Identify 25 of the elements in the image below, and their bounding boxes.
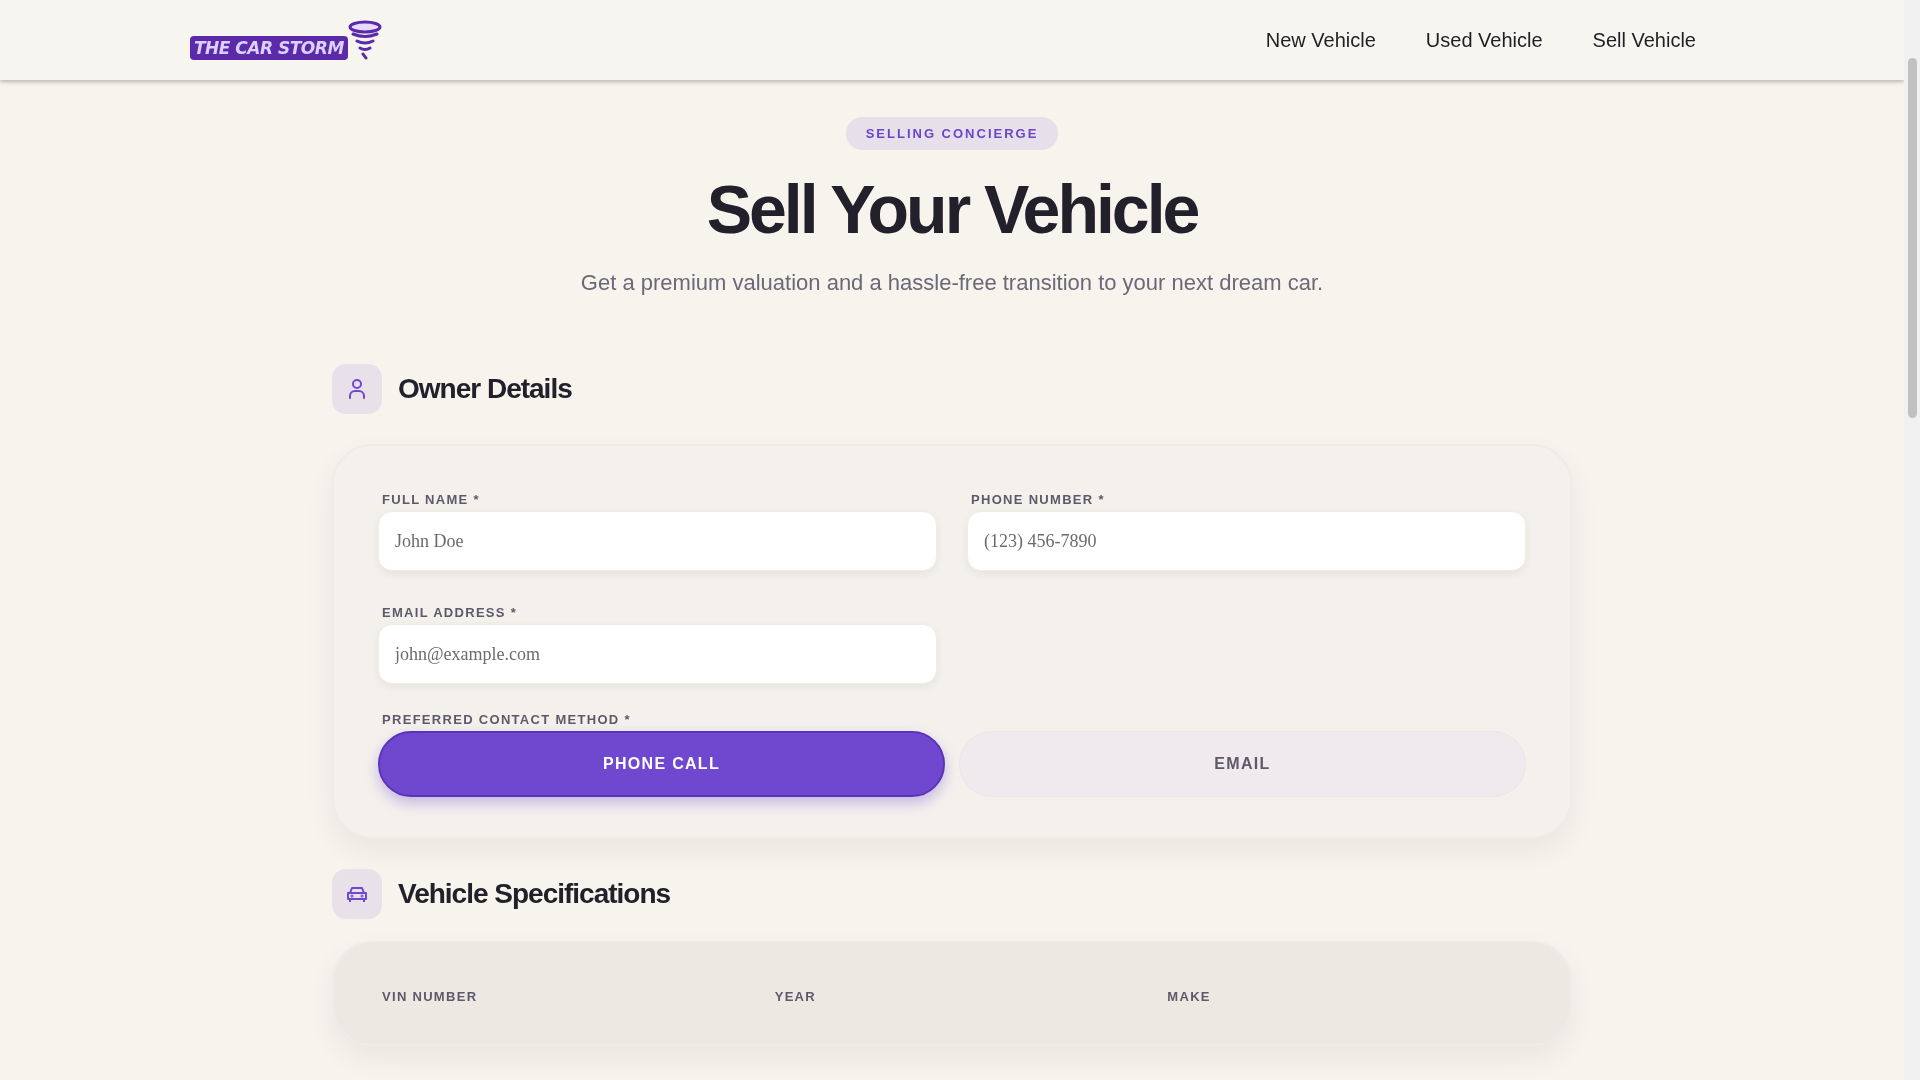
field-label: VIN NUMBER: [381, 989, 479, 1004]
field-label: PREFERRED CONTACT METHOD *: [381, 712, 632, 727]
tornado-logo-icon: [347, 20, 382, 60]
field-label: YEAR: [773, 989, 817, 1004]
field-label: MAKE: [1166, 989, 1212, 1004]
nav-link[interactable]: Sell Vehicle: [1592, 28, 1696, 52]
page-subtitle: Get a premium valuation and a hassle-free transition to your next dream car.: [580, 270, 1324, 296]
page-title: Sell Your Vehicle: [706, 170, 1198, 248]
nav-link[interactable]: New Vehicle: [1265, 28, 1376, 52]
field-label: EMAIL ADDRESS *: [381, 605, 519, 620]
text-field[interactable]: john@example.com: [378, 624, 937, 684]
text-field[interactable]: (123) 456-7890: [967, 511, 1526, 571]
scrollbar[interactable]: [1904, 0, 1920, 1080]
contact-option-button[interactable]: EMAIL: [959, 731, 1526, 797]
nav-link[interactable]: Used Vehicle: [1425, 28, 1543, 52]
field-label: FULL NAME *: [381, 492, 481, 507]
field-label: PHONE NUMBER *: [970, 492, 1106, 507]
logo-text[interactable]: THE CAR STORM: [190, 36, 348, 60]
contact-option-button[interactable]: PHONE CALL: [378, 731, 945, 797]
section-heading: Vehicle Specifications: [398, 878, 671, 910]
car-icon: [346, 885, 368, 903]
person-icon: [347, 378, 367, 400]
section-heading: Owner Details: [398, 373, 572, 405]
section-badge: SELLING CONCIERGE: [845, 117, 1059, 150]
text-field[interactable]: John Doe: [378, 511, 937, 571]
